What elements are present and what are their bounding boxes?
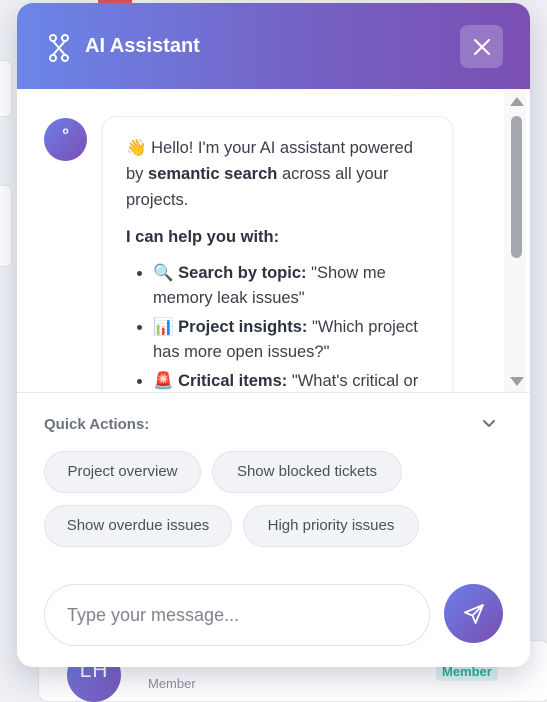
capability-list: 🔍 Search by topic: "Show me memory leak …: [126, 261, 430, 392]
scroll-thumb[interactable]: [511, 116, 522, 258]
item-label: Project insights:: [178, 318, 308, 336]
help-heading: I can help you with:: [126, 228, 280, 246]
item-label: Search by topic:: [178, 264, 307, 282]
quick-action-project-overview[interactable]: Project overview: [44, 451, 201, 493]
quick-action-blocked-tickets[interactable]: Show blocked tickets: [212, 451, 402, 493]
ai-assistant-panel: AI Assistant o 👋 Hello! I'm your AI assi…: [17, 3, 530, 667]
chat-messages[interactable]: o 👋 Hello! I'm your AI assistant powered…: [17, 89, 530, 392]
wave-emoji: 👋: [126, 139, 147, 157]
list-item: 🚨 Critical items: "What's critical or: [153, 369, 430, 392]
item-text: "What's critical or: [291, 372, 419, 390]
background-card: [0, 60, 12, 117]
scroll-down-arrow-icon[interactable]: [510, 377, 524, 386]
composer: [17, 563, 530, 667]
background-member-role: Member: [148, 676, 196, 691]
chevron-down-icon[interactable]: [482, 419, 496, 429]
list-item: 🔍 Search by topic: "Show me memory leak …: [153, 261, 430, 311]
quick-actions: Quick Actions: Project overview Show blo…: [17, 392, 530, 564]
list-item: 📊 Project insights: "Which project has m…: [153, 315, 430, 365]
network-icon: [49, 34, 69, 62]
send-button[interactable]: [444, 584, 503, 643]
close-icon: [473, 38, 490, 55]
intro-text: 👋 Hello! I'm your AI assistant powered b…: [126, 135, 430, 213]
scroll-up-arrow-icon[interactable]: [510, 97, 524, 106]
assistant-message: 👋 Hello! I'm your AI assistant powered b…: [102, 116, 453, 392]
background-card: [0, 185, 12, 267]
assistant-avatar: o: [44, 118, 87, 161]
panel-title: AI Assistant: [85, 35, 200, 57]
chart-emoji: 📊: [153, 318, 174, 336]
message-input[interactable]: [44, 584, 430, 646]
quick-action-overdue-issues[interactable]: Show overdue issues: [44, 505, 232, 547]
item-label: Critical items:: [178, 372, 288, 390]
close-button[interactable]: [460, 25, 503, 68]
chat-scrollbar[interactable]: [504, 89, 526, 392]
panel-header: AI Assistant: [17, 3, 530, 89]
intro-bold: semantic search: [148, 165, 278, 183]
quick-action-high-priority[interactable]: High priority issues: [243, 505, 419, 547]
search-emoji: 🔍: [153, 264, 174, 282]
send-icon: [463, 603, 484, 624]
quick-actions-title: Quick Actions:: [44, 416, 150, 433]
siren-emoji: 🚨: [153, 372, 174, 390]
